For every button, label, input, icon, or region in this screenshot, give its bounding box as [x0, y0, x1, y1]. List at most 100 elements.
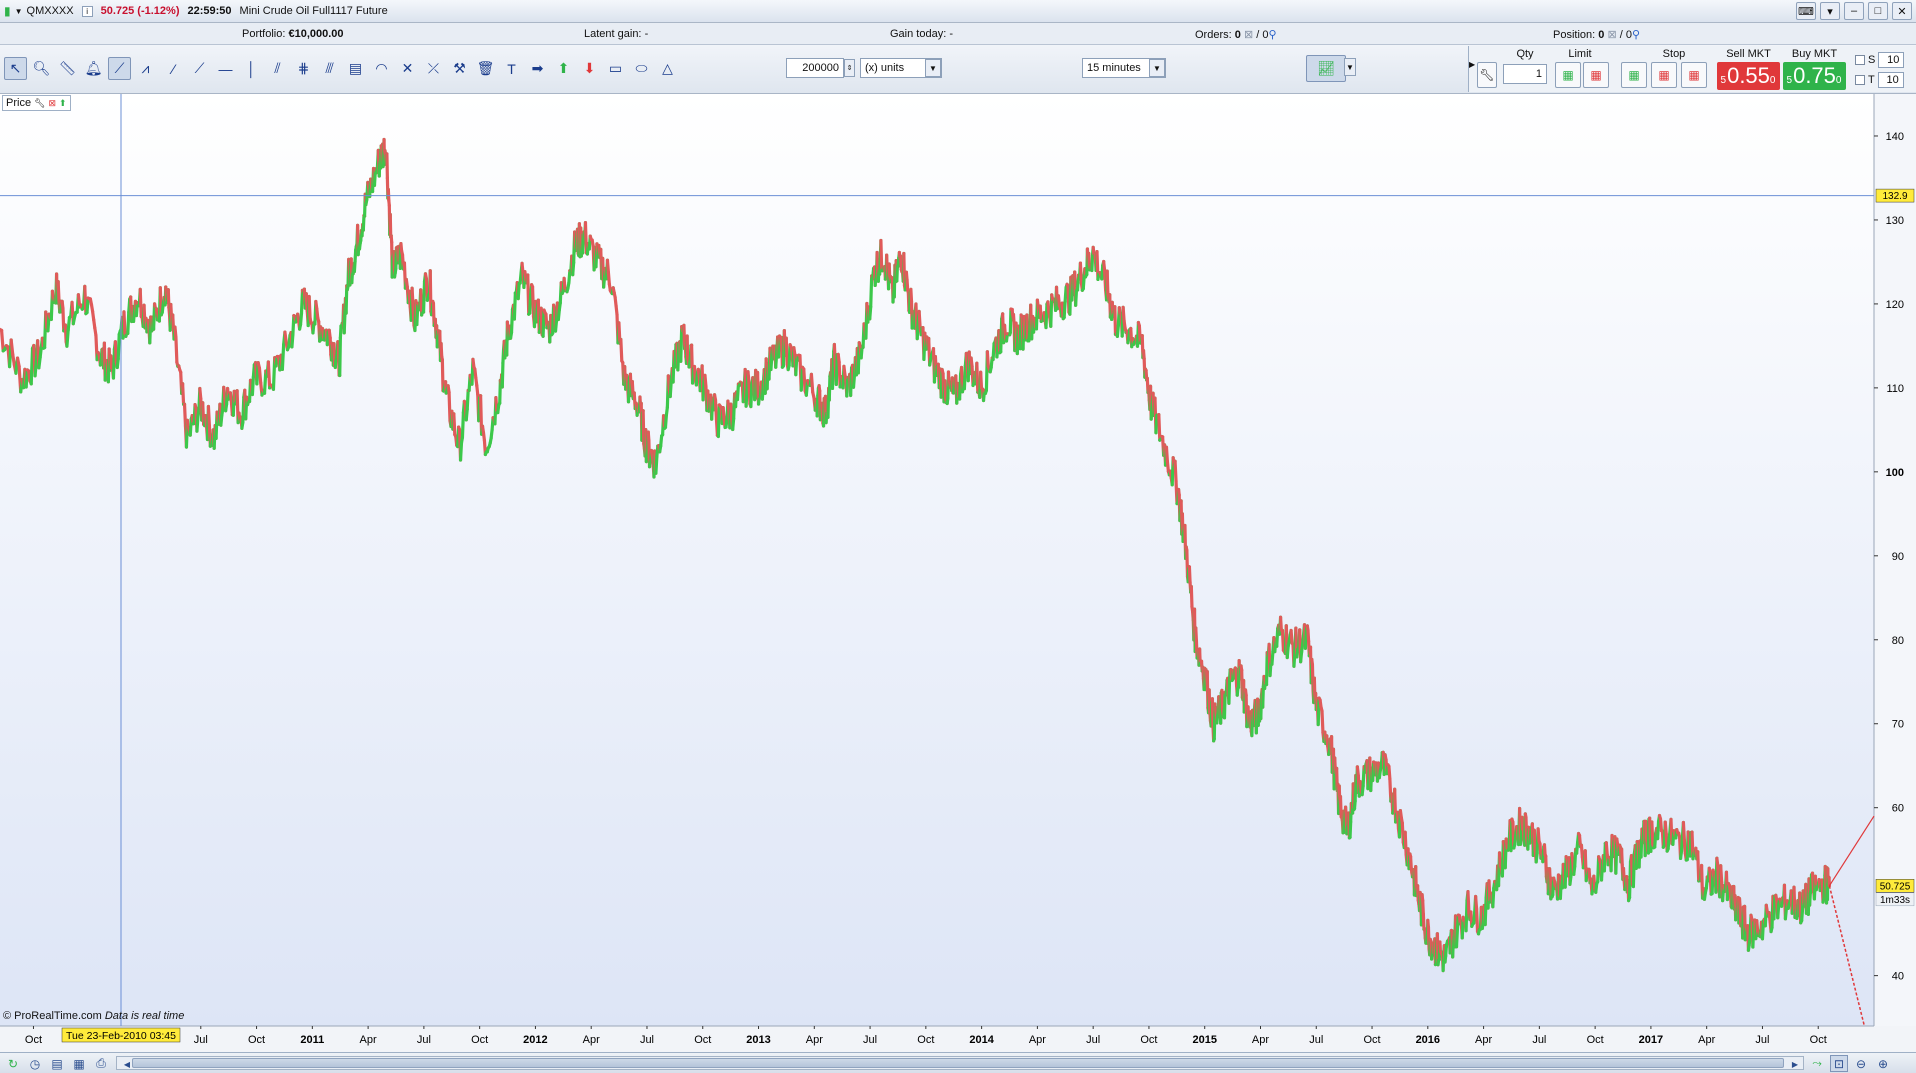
arrow-down-icon[interactable]: ⬇: [578, 57, 601, 80]
remove-indicator-icon[interactable]: ⊠: [49, 98, 57, 109]
keyboard-icon[interactable]: ⌨: [1796, 2, 1816, 20]
s-value-input[interactable]: 10: [1878, 52, 1905, 68]
new-chart-icon[interactable]: ↻: [4, 1055, 22, 1072]
close-icon[interactable]: ✕: [1892, 2, 1912, 20]
chart-type-icon[interactable]: 📈︎: [1306, 55, 1346, 82]
zoom-out-icon[interactable]: ⊖: [1852, 1055, 1870, 1072]
price-label: Price: [6, 97, 32, 109]
orders-clear-icon[interactable]: ⊠: [1244, 29, 1253, 41]
panel-collapse-icon[interactable]: ▶: [1469, 60, 1475, 69]
parallel-icon[interactable]: ⋕: [292, 57, 315, 80]
price-segment: [342, 314, 347, 335]
x-tick-label: Oct: [471, 1034, 488, 1046]
price-segment: [458, 441, 464, 462]
position-clear-icon[interactable]: ⊠: [1607, 29, 1616, 41]
stop-toggle[interactable]: S 10: [1855, 52, 1905, 68]
chart-type-dropdown-icon[interactable]: ▼: [1344, 58, 1356, 76]
quantity-input[interactable]: 200000: [786, 58, 844, 78]
ruler-icon[interactable]: 📏︎: [56, 57, 79, 80]
rectangle-icon[interactable]: ▭: [604, 57, 627, 80]
portfolio-bar: Portfolio: €10,000.00 Latent gain: - Gai…: [0, 23, 1916, 45]
fan-icon[interactable]: ⫻: [318, 57, 341, 80]
x-tick-label: Jul: [640, 1034, 654, 1046]
position-link-icon[interactable]: ⚲: [1632, 29, 1640, 41]
gann-icon[interactable]: ⤫: [422, 57, 445, 80]
quantity-stepper[interactable]: ⇕: [844, 59, 855, 77]
move-up-icon[interactable]: ⬆: [59, 98, 67, 109]
fibonacci-icon[interactable]: ▤: [344, 57, 367, 80]
arrow-up-icon[interactable]: ⬆: [552, 57, 575, 80]
price-segment: [1306, 628, 1311, 643]
zigzag-icon[interactable]: ⩘: [134, 57, 157, 80]
price-segment: [9, 338, 15, 357]
timeframe-dropdown-icon[interactable]: ▼: [1149, 59, 1165, 77]
zoom-icon[interactable]: 🔍︎: [30, 57, 53, 80]
text-tool-icon[interactable]: T: [500, 57, 523, 80]
alert-bell-icon[interactable]: 🔔︎: [82, 57, 105, 80]
orders-link-icon[interactable]: ⚲: [1268, 29, 1276, 41]
wrench-icon[interactable]: 🔧︎: [34, 98, 45, 109]
zoom-in-icon[interactable]: ⊕: [1874, 1055, 1892, 1072]
price-segment: [1261, 685, 1265, 709]
s-checkbox[interactable]: [1855, 55, 1865, 65]
print-icon[interactable]: ⎙: [92, 1055, 110, 1072]
t-value-input[interactable]: 10: [1877, 72, 1904, 88]
auto-scroll-icon[interactable]: ⤳: [1808, 1055, 1826, 1072]
title-bar: ▮ ▼ QMXXXX i 50.725 (-1.12%) 22:59:50 Mi…: [0, 0, 1916, 23]
price-segment: [1663, 820, 1668, 836]
symbol-selector[interactable]: ▮ ▼ QMXXXX: [4, 4, 74, 18]
vertical-line-icon[interactable]: │: [240, 57, 263, 80]
minimize-icon[interactable]: –: [1844, 2, 1864, 20]
clock-time: 22:59:50: [187, 5, 232, 17]
units-dropdown-icon[interactable]: ▼: [925, 59, 941, 77]
channel-icon[interactable]: ⫽: [266, 57, 289, 80]
window-menu-icon[interactable]: ▾: [1820, 2, 1840, 20]
price-segment: [452, 412, 457, 437]
arrow-right-icon[interactable]: ➡: [526, 57, 549, 80]
x-tick-label: 2012: [523, 1034, 547, 1046]
chart-canvas[interactable]: 140 130 120 110 100 90 80 70 60 40 Oct Jul Oct 2011 A…: [0, 94, 1916, 1052]
scrollbar-thumb[interactable]: [132, 1058, 1784, 1068]
line-icon[interactable]: ⁄: [162, 57, 185, 80]
maximize-icon[interactable]: □: [1868, 2, 1888, 20]
cross-icon[interactable]: ✕: [396, 57, 419, 80]
price-segment: [1173, 459, 1178, 483]
arc-icon[interactable]: ◠: [370, 57, 393, 80]
buy-market-button[interactable]: 5 0.75 0: [1783, 62, 1846, 90]
qty-label: Qty: [1516, 48, 1534, 60]
limit-sell-icon: ▦: [1590, 68, 1602, 82]
info-icon[interactable]: i: [81, 5, 93, 17]
history-icon[interactable]: ◷: [26, 1055, 44, 1072]
price-segment: [1416, 884, 1420, 902]
price-segment: [721, 406, 726, 422]
x-tick-label: Apr: [1475, 1034, 1492, 1046]
pointer-icon[interactable]: ↖: [4, 57, 27, 80]
x-tick-label: 2015: [1192, 1034, 1216, 1046]
tools-icon[interactable]: ⚒: [448, 57, 471, 80]
price-segment: [24, 368, 30, 389]
price-segment: [29, 346, 35, 386]
stop-buy-button[interactable]: ▦: [1621, 62, 1647, 88]
trash-icon[interactable]: 🗑︎: [474, 57, 497, 80]
t-checkbox[interactable]: [1855, 75, 1865, 85]
price-segment: [1164, 445, 1170, 464]
trendline-icon[interactable]: ⟋: [108, 57, 131, 80]
zoom-fit-icon[interactable]: ⊡: [1830, 1055, 1848, 1072]
ellipse-icon[interactable]: ⬭: [630, 57, 653, 80]
price-chart[interactable]: 140 130 120 110 100 90 80 70 60 40 Oct Jul Oct 2011 A…: [0, 94, 1916, 1052]
stop-sell-button[interactable]: ▦: [1651, 62, 1677, 88]
limit-buy-button[interactable]: ▦: [1555, 62, 1581, 88]
layout-icon[interactable]: ▦: [70, 1055, 88, 1072]
list-icon[interactable]: ▤: [48, 1055, 66, 1072]
wrench-icon[interactable]: 🔧︎: [1477, 62, 1497, 88]
target-toggle[interactable]: T 10: [1855, 72, 1904, 88]
scroll-right-icon[interactable]: ▶: [1786, 1056, 1804, 1073]
sell-market-button[interactable]: 5 0.55 0: [1717, 62, 1780, 90]
triangle-icon[interactable]: △: [656, 57, 679, 80]
stop-bracket-button[interactable]: ▦: [1681, 62, 1707, 88]
price-indicator-tag[interactable]: Price 🔧︎ ⊠ ⬆: [2, 95, 71, 111]
ray-icon[interactable]: ⟋: [188, 57, 211, 80]
limit-sell-button[interactable]: ▦: [1583, 62, 1609, 88]
horizontal-line-icon[interactable]: —: [214, 57, 237, 80]
order-qty-input[interactable]: 1: [1503, 64, 1547, 84]
